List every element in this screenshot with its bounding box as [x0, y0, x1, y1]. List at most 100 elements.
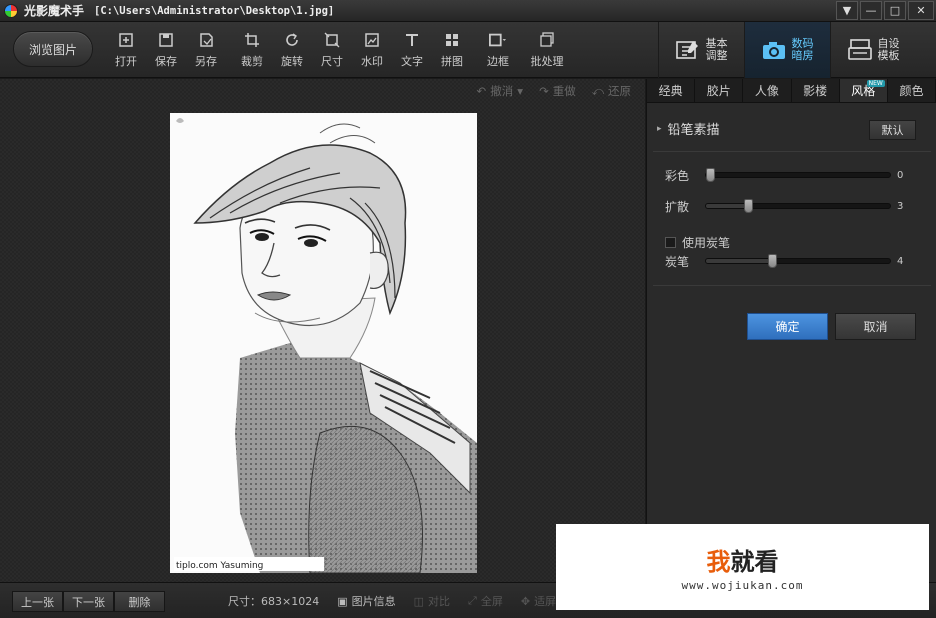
- slider-label: 彩色: [665, 168, 690, 183]
- redo-button[interactable]: ↷ 重做: [539, 83, 576, 99]
- effect-title: 铅笔素描: [667, 123, 720, 138]
- tab-custom-template[interactable]: 自设 模板: [830, 22, 916, 78]
- slider-fill: [706, 259, 773, 263]
- fit-screen-icon: ✥: [520, 594, 531, 608]
- slider-fill: [706, 204, 749, 208]
- tool-group: 打开 保存 另存 裁剪 旋转 尺寸 水印 文字 拼图 边框 批处理: [106, 22, 576, 78]
- rotate-icon: [283, 31, 301, 49]
- default-button[interactable]: 默认: [869, 120, 916, 140]
- slider-value: 0: [897, 169, 904, 181]
- tool-label: 旋转: [281, 55, 303, 68]
- tool-crop[interactable]: 裁剪: [232, 22, 272, 78]
- site-watermark: 我就看 www.wojiukan.com: [556, 524, 929, 610]
- tool-save[interactable]: 保存: [146, 22, 186, 78]
- tab-color[interactable]: 颜色: [888, 79, 936, 102]
- tool-label: 拼图: [441, 55, 463, 68]
- file-path: [C:\Users\Administrator\Desktop\1.jpg]: [94, 4, 335, 17]
- slider-knob[interactable]: [744, 199, 754, 213]
- undo-button[interactable]: ↶ 撤消 ▾: [477, 83, 523, 99]
- photo-preview[interactable]: tiplo.com Yasuming: [170, 113, 477, 573]
- fit-screen-button[interactable]: ✥ 适屏: [521, 593, 556, 609]
- tool-border[interactable]: 边框: [478, 22, 518, 78]
- batch-icon: [538, 31, 556, 49]
- mode-tabs: 基本 调整 数码 暗房 自设 模板: [658, 22, 916, 78]
- use-charcoal-checkbox[interactable]: [665, 237, 676, 248]
- nav-buttons: 上一张 下一张 删除: [12, 591, 165, 612]
- divider: [653, 285, 931, 286]
- collage-icon: [443, 31, 461, 49]
- browse-images-button[interactable]: 浏览图片: [13, 31, 93, 67]
- undo-dropdown-icon: ▾: [517, 84, 524, 98]
- cancel-button[interactable]: 取消: [835, 313, 916, 340]
- slider-knob[interactable]: [768, 254, 778, 268]
- restore-button[interactable]: ⤺ 还原: [592, 83, 631, 99]
- slider-track[interactable]: [705, 254, 891, 268]
- compare-label: 对比: [428, 595, 451, 608]
- tool-open[interactable]: 打开: [106, 22, 146, 78]
- minimize-button[interactable]: —: [860, 1, 882, 20]
- text-icon: [403, 31, 421, 49]
- use-charcoal-checkbox-row[interactable]: 使用炭笔: [665, 234, 730, 251]
- tab-studio[interactable]: 影楼: [792, 79, 840, 102]
- tool-collage[interactable]: 拼图: [432, 22, 472, 78]
- template-icon: [847, 39, 872, 60]
- maximize-button[interactable]: □: [884, 1, 906, 20]
- style-tabs: 经典 胶片 人像 影楼 风格 NEW 颜色: [647, 79, 936, 103]
- window-controls: ▼ — □ ✕: [836, 1, 934, 20]
- tool-label: 边框: [487, 55, 509, 68]
- watermark-title-a: 我: [706, 548, 731, 576]
- slider-knob[interactable]: [705, 168, 715, 182]
- status-items: 尺寸：683×1024 ▣ 图片信息 ◫ 对比 ⤢ 全屏 ✥ 适屏: [228, 583, 556, 618]
- tool-label: 尺寸: [321, 55, 343, 68]
- tab-film[interactable]: 胶片: [695, 79, 744, 102]
- checkbox-label: 使用炭笔: [682, 236, 731, 250]
- image-canvas[interactable]: ↶ 撤消 ▾ ↷ 重做 ⤺ 还原 tiplo.com Yasuming: [0, 79, 645, 582]
- tab-style[interactable]: 风格 NEW: [839, 79, 888, 102]
- image-info-label: 图片信息: [351, 595, 396, 608]
- tool-watermark[interactable]: 水印: [352, 22, 392, 78]
- collapse-arrow-icon: ▸: [657, 123, 662, 134]
- tab-portrait[interactable]: 人像: [743, 79, 792, 102]
- tool-label: 打开: [115, 55, 137, 68]
- slider-diffuse: 扩散 3: [665, 198, 915, 214]
- next-image-button[interactable]: 下一张: [63, 591, 114, 612]
- fullscreen-button[interactable]: ⤢ 全屏: [468, 593, 503, 609]
- tab-classic[interactable]: 经典: [647, 79, 696, 102]
- image-caption: tiplo.com Yasuming: [176, 561, 263, 571]
- slider-track[interactable]: [705, 168, 891, 182]
- tool-rotate[interactable]: 旋转: [272, 22, 312, 78]
- crop-icon: [243, 31, 261, 49]
- tool-label: 另存: [195, 55, 217, 68]
- delete-image-button[interactable]: 删除: [114, 591, 165, 612]
- resize-icon: [323, 31, 341, 49]
- effect-header[interactable]: ▸ 铅笔素描: [657, 119, 720, 138]
- ok-button[interactable]: 确定: [747, 313, 828, 340]
- fullscreen-label: 全屏: [480, 595, 503, 608]
- title-bar: 光影魔术手 [C:\Users\Administrator\Desktop\1.…: [0, 0, 936, 22]
- watermark-title-b: 就看: [730, 548, 779, 576]
- slider-label: 炭笔: [665, 254, 690, 269]
- image-info-button[interactable]: ▣ 图片信息: [337, 593, 395, 609]
- redo-label: 重做: [552, 84, 576, 98]
- tool-save-as[interactable]: 另存: [186, 22, 226, 78]
- tool-text[interactable]: 文字: [392, 22, 432, 78]
- slider-color: 彩色 0: [665, 167, 915, 183]
- close-button[interactable]: ✕: [908, 1, 934, 20]
- tool-resize[interactable]: 尺寸: [312, 22, 352, 78]
- tool-batch[interactable]: 批处理: [518, 22, 576, 78]
- tab-digital-darkroom[interactable]: 数码 暗房: [744, 22, 830, 78]
- restore-icon: ⤺: [591, 83, 604, 98]
- redo-icon: ↷: [539, 84, 549, 98]
- app-logo-icon: [4, 3, 18, 18]
- compare-button[interactable]: ◫ 对比: [414, 593, 450, 609]
- tool-label: 水印: [361, 55, 383, 68]
- basic-adjust-icon: [675, 41, 698, 59]
- pencil-sketch-portrait: tiplo.com Yasuming: [170, 113, 477, 573]
- prev-image-button[interactable]: 上一张: [12, 591, 63, 612]
- fullscreen-icon: ⤢: [468, 594, 477, 607]
- menu-dropdown-button[interactable]: ▼: [836, 1, 858, 20]
- open-icon: [117, 31, 135, 49]
- slider-track[interactable]: [705, 199, 891, 213]
- tab-basic-adjust[interactable]: 基本 调整: [658, 22, 744, 78]
- border-icon: [489, 31, 507, 49]
